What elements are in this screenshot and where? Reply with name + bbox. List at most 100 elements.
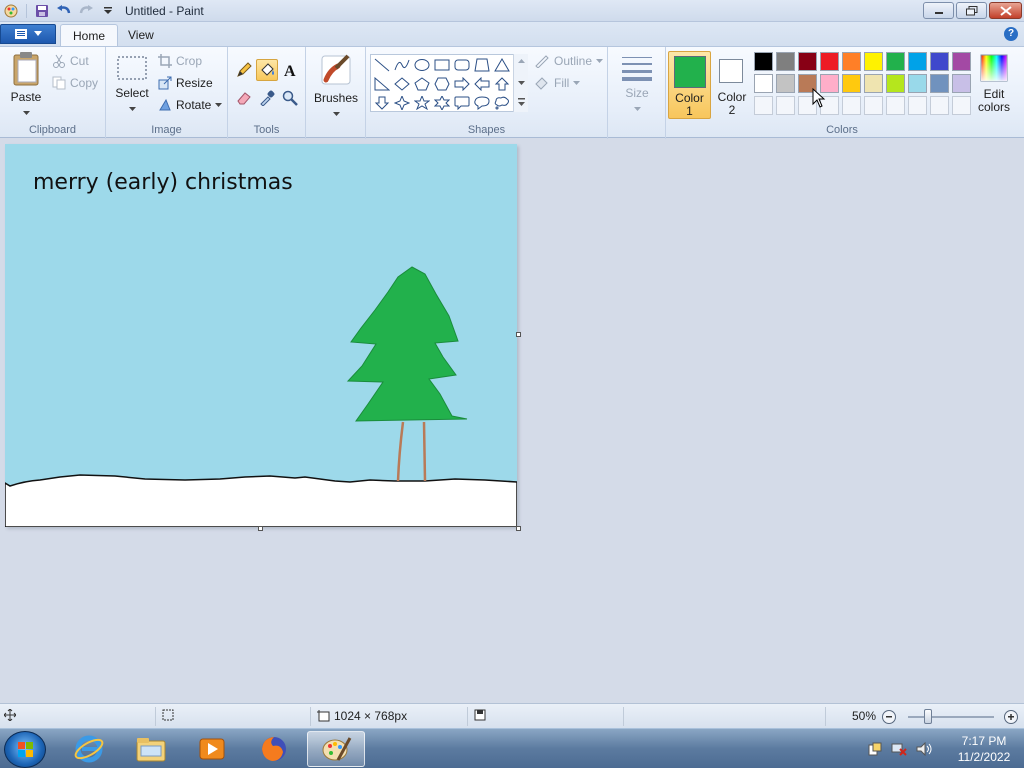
taskbar-file-explorer[interactable]: [122, 731, 180, 767]
edit-colors-button[interactable]: Edit colors: [975, 53, 1013, 114]
zoom-out-button[interactable]: [882, 710, 896, 724]
diamond-shape-icon[interactable]: [392, 74, 412, 93]
restore-button[interactable]: [956, 2, 987, 19]
oval-shape-icon[interactable]: [412, 55, 432, 74]
cut-button[interactable]: Cut: [52, 54, 89, 68]
fill-icon[interactable]: [256, 59, 278, 81]
up-arrow-shape-icon[interactable]: [492, 74, 512, 93]
zoom-slider[interactable]: [908, 716, 994, 718]
taskbar-firefox[interactable]: [245, 731, 303, 767]
rotate-button[interactable]: Rotate: [158, 98, 223, 112]
custom-color-slot[interactable]: [930, 96, 949, 115]
triangle-shape-icon[interactable]: [492, 55, 512, 74]
color1-button[interactable]: Color 1: [668, 51, 711, 119]
volume-icon[interactable]: [916, 742, 932, 756]
crop-button[interactable]: Crop: [158, 54, 202, 68]
shapes-scroll[interactable]: [513, 54, 528, 112]
palette-swatch[interactable]: [952, 74, 971, 93]
save-icon[interactable]: [33, 2, 51, 20]
pentagon-shape-icon[interactable]: [412, 74, 432, 93]
palette-swatch[interactable]: [754, 52, 773, 71]
redo-icon[interactable]: [77, 2, 95, 20]
size-button[interactable]: Size: [616, 53, 658, 114]
pencil-icon[interactable]: [233, 59, 255, 81]
palette-swatch[interactable]: [820, 52, 839, 71]
palette-swatch[interactable]: [798, 52, 817, 71]
canvas-resize-handle-bottom[interactable]: [258, 526, 263, 531]
oval-callout-shape-icon[interactable]: [472, 93, 492, 112]
magnifier-icon[interactable]: [279, 87, 301, 109]
polygon-shape-icon[interactable]: [472, 55, 492, 74]
minimize-button[interactable]: [923, 2, 954, 19]
color2-button[interactable]: Color 2: [713, 51, 751, 119]
palette-swatch[interactable]: [776, 52, 795, 71]
line-shape-icon[interactable]: [372, 55, 392, 74]
custom-color-slot[interactable]: [864, 96, 883, 115]
custom-color-slot[interactable]: [842, 96, 861, 115]
palette-swatch[interactable]: [864, 74, 883, 93]
down-arrow-shape-icon[interactable]: [372, 93, 392, 112]
undo-icon[interactable]: [55, 2, 73, 20]
start-button[interactable]: [4, 731, 46, 768]
custom-color-slot[interactable]: [908, 96, 927, 115]
work-area[interactable]: merry (early) christmas: [0, 139, 1024, 702]
eraser-icon[interactable]: [233, 87, 255, 109]
palette-swatch[interactable]: [842, 74, 861, 93]
palette-swatch[interactable]: [908, 74, 927, 93]
right-arrow-shape-icon[interactable]: [452, 74, 472, 93]
palette-swatch[interactable]: [952, 52, 971, 71]
curve-shape-icon[interactable]: [392, 55, 412, 74]
taskbar-internet-explorer[interactable]: [60, 731, 118, 767]
zoom-slider-thumb[interactable]: [924, 709, 932, 724]
canvas-resize-handle-right[interactable]: [516, 332, 521, 337]
zoom-in-button[interactable]: [1004, 710, 1018, 724]
palette-swatch[interactable]: [930, 52, 949, 71]
clock[interactable]: 7:17 PM 11/2/2022: [954, 733, 1014, 765]
text-icon[interactable]: A: [279, 59, 301, 81]
hexagon-shape-icon[interactable]: [432, 74, 452, 93]
paint-menu-button[interactable]: [0, 24, 56, 44]
customize-qat-icon[interactable]: [99, 2, 117, 20]
rectangle-shape-icon[interactable]: [432, 55, 452, 74]
palette-swatch[interactable]: [864, 52, 883, 71]
left-arrow-shape-icon[interactable]: [472, 74, 492, 93]
four-point-star-shape-icon[interactable]: [392, 93, 412, 112]
custom-color-slot[interactable]: [754, 96, 773, 115]
palette-swatch[interactable]: [754, 74, 773, 93]
action-center-icon[interactable]: [868, 742, 882, 756]
taskbar-media-player[interactable]: [183, 731, 241, 767]
five-point-star-shape-icon[interactable]: [412, 93, 432, 112]
tab-view[interactable]: View: [116, 24, 166, 46]
right-triangle-shape-icon[interactable]: [372, 74, 392, 93]
custom-color-slot[interactable]: [776, 96, 795, 115]
custom-color-slot[interactable]: [952, 96, 971, 115]
help-icon[interactable]: ?: [1004, 27, 1018, 41]
rounded-rectangle-shape-icon[interactable]: [452, 55, 472, 74]
palette-swatch[interactable]: [930, 74, 949, 93]
palette-swatch[interactable]: [886, 74, 905, 93]
palette-swatch[interactable]: [886, 52, 905, 71]
brushes-button[interactable]: Brushes: [312, 52, 360, 119]
taskbar-paint[interactable]: [307, 731, 365, 767]
color-picker-icon[interactable]: [256, 87, 278, 109]
canvas-resize-handle-corner[interactable]: [516, 526, 521, 531]
rounded-callout-shape-icon[interactable]: [452, 93, 472, 112]
copy-button[interactable]: Copy: [52, 76, 98, 90]
tab-home[interactable]: Home: [60, 24, 119, 46]
outline-button[interactable]: Outline: [534, 54, 604, 68]
six-point-star-shape-icon[interactable]: [432, 93, 452, 112]
resize-button[interactable]: Resize: [158, 76, 213, 90]
palette-swatch[interactable]: [908, 52, 927, 71]
select-button[interactable]: Select: [112, 55, 152, 114]
drawing-canvas[interactable]: merry (early) christmas: [5, 144, 517, 527]
close-button[interactable]: [989, 2, 1022, 19]
palette-swatch[interactable]: [842, 52, 861, 71]
custom-color-slot[interactable]: [886, 96, 905, 115]
palette-swatch[interactable]: [776, 74, 795, 93]
cloud-callout-shape-icon[interactable]: [492, 93, 512, 112]
fill-shape-button[interactable]: Fill: [534, 76, 581, 90]
line-size-icon: [622, 57, 652, 81]
paste-button[interactable]: Paste: [6, 51, 46, 118]
paint-app-icon[interactable]: [2, 2, 20, 20]
network-icon[interactable]: [891, 742, 907, 756]
